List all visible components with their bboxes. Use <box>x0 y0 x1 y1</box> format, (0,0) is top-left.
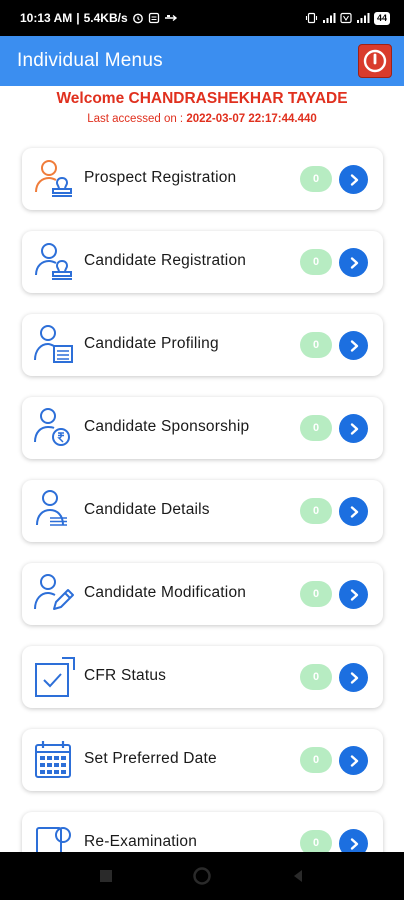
chevron-right-icon <box>350 588 358 601</box>
chevron-right-icon <box>350 339 358 352</box>
chevron-right-icon <box>350 671 358 684</box>
chevron-right-icon <box>350 173 358 186</box>
usb-icon <box>164 14 177 22</box>
go-button[interactable] <box>339 497 368 526</box>
back-icon[interactable] <box>290 868 306 884</box>
app-title: Individual Menus <box>17 50 163 71</box>
power-icon <box>363 49 387 73</box>
menu-item-candidate-details[interactable]: Candidate Details 0 <box>22 480 383 542</box>
volte-icon <box>340 12 352 24</box>
go-button[interactable] <box>339 165 368 194</box>
chevron-right-icon <box>350 256 358 269</box>
count-badge: 0 <box>300 415 332 441</box>
last-accessed: Last accessed on : 2022-03-07 22:17:44.4… <box>0 113 404 125</box>
last-accessed-value: 2022-03-07 22:17:44.440 <box>186 113 317 125</box>
calendar-icon <box>35 741 71 778</box>
menu-item-candidate-modification[interactable]: Candidate Modification 0 <box>22 563 383 625</box>
chevron-right-icon <box>350 422 358 435</box>
last-accessed-label: Last accessed on : <box>87 113 187 125</box>
battery-indicator: 44 <box>373 11 390 25</box>
signal-icon <box>322 13 336 23</box>
count-badge: 0 <box>300 166 332 192</box>
menu-item-label: Candidate Modification <box>84 584 247 601</box>
menu-item-prospect-registration[interactable]: Prospect Registration 0 <box>22 148 383 210</box>
welcome-text: Welcome CHANDRASHEKHAR TAYADE <box>56 90 348 107</box>
menu-item-label: Candidate Registration <box>84 252 247 269</box>
signal-icon-2 <box>356 13 370 23</box>
menu-item-candidate-sponsorship[interactable]: Candidate Sponsorship 0 <box>22 397 383 459</box>
vibrate-icon <box>305 12 318 24</box>
status-speed: 5.4KB/s <box>83 11 128 25</box>
user-details-icon <box>36 490 67 526</box>
menu-item-label: Set Preferred Date <box>84 750 217 767</box>
count-badge: 0 <box>300 581 332 607</box>
count-badge: 0 <box>300 249 332 275</box>
count-badge: 0 <box>300 498 332 524</box>
logout-button[interactable] <box>358 44 392 78</box>
menu-item-set-preferred-date[interactable]: Set Preferred Date 0 <box>22 729 383 791</box>
go-button[interactable] <box>339 580 368 609</box>
status-time: 10:13 AM <box>20 11 73 25</box>
count-badge: 0 <box>300 332 332 358</box>
app-notification-icon <box>148 12 159 24</box>
user-profile-card-icon <box>34 325 73 363</box>
user-rupee-icon <box>34 408 70 446</box>
user-edit-icon <box>34 574 74 610</box>
home-icon[interactable] <box>192 866 212 886</box>
go-button[interactable] <box>339 414 368 443</box>
menu-item-candidate-profiling[interactable]: Candidate Profiling 0 <box>22 314 383 376</box>
app-bar: Individual Menus <box>0 36 404 86</box>
go-button[interactable] <box>339 746 368 775</box>
user-stamp-icon <box>35 243 72 280</box>
alarm-icon <box>132 13 143 24</box>
menu-item-label: Candidate Details <box>84 501 210 518</box>
menu-item-label: Candidate Profiling <box>84 335 219 352</box>
menu-item-label: Candidate Sponsorship <box>84 418 250 435</box>
menu-item-candidate-registration[interactable]: Candidate Registration 0 <box>22 231 383 293</box>
go-button[interactable] <box>339 248 368 277</box>
chevron-right-icon <box>350 837 358 850</box>
chevron-right-icon <box>350 505 358 518</box>
recents-icon[interactable] <box>98 868 114 884</box>
menu-item-label: Re-Examination <box>84 833 198 850</box>
checkbox-status-icon <box>35 657 75 697</box>
menu-item-cfr-status[interactable]: CFR Status 0 <box>22 646 383 708</box>
menu-item-label: CFR Status <box>84 667 167 684</box>
status-bar: 10:13 AM | 5.4KB/s 44 <box>0 0 404 36</box>
go-button[interactable] <box>339 663 368 692</box>
menu-item-label: Prospect Registration <box>84 169 237 186</box>
chevron-right-icon <box>350 754 358 767</box>
system-nav-bar <box>0 852 404 900</box>
count-badge: 0 <box>300 664 332 690</box>
go-button[interactable] <box>339 331 368 360</box>
count-badge: 0 <box>300 747 332 773</box>
user-stamp-icon <box>35 160 72 197</box>
